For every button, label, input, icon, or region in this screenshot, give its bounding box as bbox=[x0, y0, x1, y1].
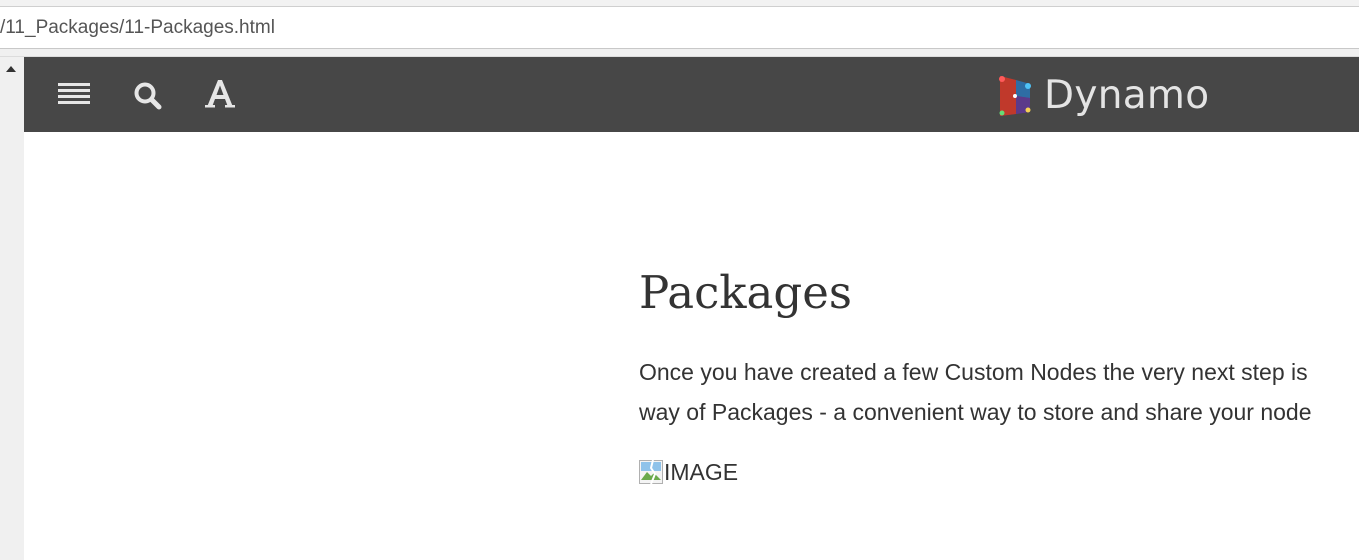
font-settings-icon bbox=[205, 80, 235, 108]
broken-image-alt-text: IMAGE bbox=[664, 458, 739, 485]
scroll-up-arrow-icon[interactable] bbox=[6, 66, 16, 72]
page-title: Packages bbox=[639, 266, 852, 319]
broken-image: IMAGE bbox=[639, 457, 738, 487]
book-header-toolbar: Dynamo bbox=[24, 57, 1359, 132]
address-bar-url[interactable]: /11_Packages/11-Packages.html bbox=[0, 17, 275, 39]
address-bar[interactable]: /11_Packages/11-Packages.html bbox=[0, 7, 1359, 49]
vertical-scrollbar[interactable] bbox=[0, 57, 24, 560]
browser-top-edge bbox=[0, 0, 1359, 7]
dynamo-logo-icon bbox=[999, 76, 1031, 116]
toggle-summary-button[interactable] bbox=[51, 71, 97, 117]
intro-paragraph-line-2: way of Packages - a convenient way to st… bbox=[639, 399, 1312, 425]
font-settings-button[interactable] bbox=[197, 71, 243, 117]
intro-paragraph: Once you have created a few Custom Nodes… bbox=[639, 352, 1359, 432]
dynamo-logo-text: Dynamo bbox=[1044, 72, 1210, 118]
dynamo-logo[interactable]: Dynamo bbox=[996, 71, 1209, 119]
page-content: Packages Once you have created a few Cus… bbox=[639, 262, 1359, 485]
broken-image-icon bbox=[639, 460, 663, 484]
search-button[interactable] bbox=[124, 71, 170, 117]
hamburger-menu-icon bbox=[58, 83, 90, 104]
intro-paragraph-line-1: Once you have created a few Custom Nodes… bbox=[639, 359, 1308, 385]
search-icon bbox=[134, 82, 162, 110]
browser-divider bbox=[0, 49, 1359, 57]
